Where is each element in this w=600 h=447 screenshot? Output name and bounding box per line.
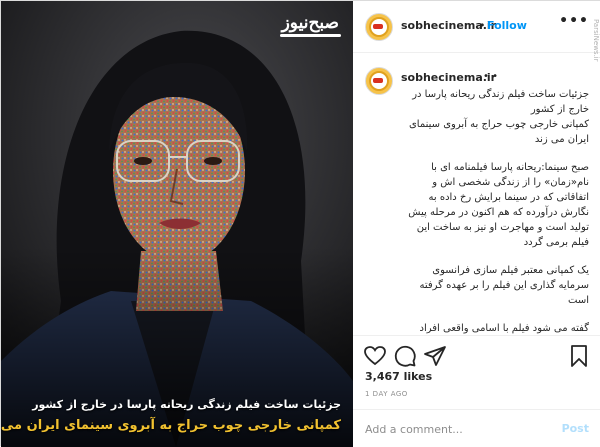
caption-paragraph: گفته می شود فیلم با اسامی واقعی افراد سا…: [419, 323, 589, 334]
caption-area: sobhecinema.ir • • جزئیات ساخت فیلم زندگ…: [353, 53, 600, 335]
portrait-illustration: [1, 1, 353, 447]
follow-button[interactable]: Follow: [487, 19, 527, 32]
image-caption-line2: کمپانی خارجی چوب حراج به آبروی سینمای ای…: [1, 418, 341, 433]
caption-text: جزئیات ساخت فیلم زندگی ریحانه پارسا در خ…: [399, 87, 589, 335]
share-icon[interactable]: [423, 344, 447, 368]
caption-username[interactable]: sobhecinema.ir: [401, 71, 496, 84]
post-button[interactable]: Post: [562, 422, 589, 435]
avatar[interactable]: [365, 13, 393, 41]
like-count[interactable]: 3,467 likes: [365, 370, 432, 383]
separator-dot: •: [479, 19, 486, 32]
post-image[interactable]: صبح‌نیوز جزئیات ساخت فیلم زندگی ریحانه پ…: [1, 1, 353, 447]
caption-paragraph: صبح سینما:ریحانه پارسا فیلمنامه ای با نا…: [408, 162, 589, 248]
comment-input[interactable]: [365, 420, 545, 438]
heart-icon[interactable]: [363, 344, 387, 368]
avatar[interactable]: [365, 67, 393, 95]
instagram-post: صبح‌نیوز جزئیات ساخت فیلم زندگی ریحانه پ…: [0, 0, 600, 447]
caption-paragraph: کمپانی خارجی چوب حراج به آبروی سینمای ای…: [408, 119, 589, 145]
watermark-logo: صبح‌نیوز: [279, 13, 341, 37]
ellipsis-icon[interactable]: • •: [483, 71, 498, 82]
post-header: sobhecinema.ir • Follow ••• ParsiNews.ir: [353, 1, 600, 62]
post-timestamp: 1 DAY AGO: [365, 390, 408, 398]
action-bar: [353, 335, 600, 371]
comment-bar: Post: [353, 409, 600, 447]
ellipsis-icon[interactable]: •••: [559, 13, 589, 29]
caption-paragraph: جزئیات ساخت فیلم زندگی ریحانه پارسا در خ…: [412, 89, 589, 115]
image-caption-line1: جزئیات ساخت فیلم زندگی ریحانه پارسا در خ…: [32, 398, 341, 411]
comment-icon[interactable]: [393, 344, 417, 368]
caption-paragraph: یک کمپانی معتبر فیلم سازی فرانسوی سرمایه…: [419, 265, 590, 306]
bookmark-icon[interactable]: [567, 344, 591, 368]
post-sidebar: sobhecinema.ir • Follow ••• ParsiNews.ir…: [353, 1, 600, 447]
